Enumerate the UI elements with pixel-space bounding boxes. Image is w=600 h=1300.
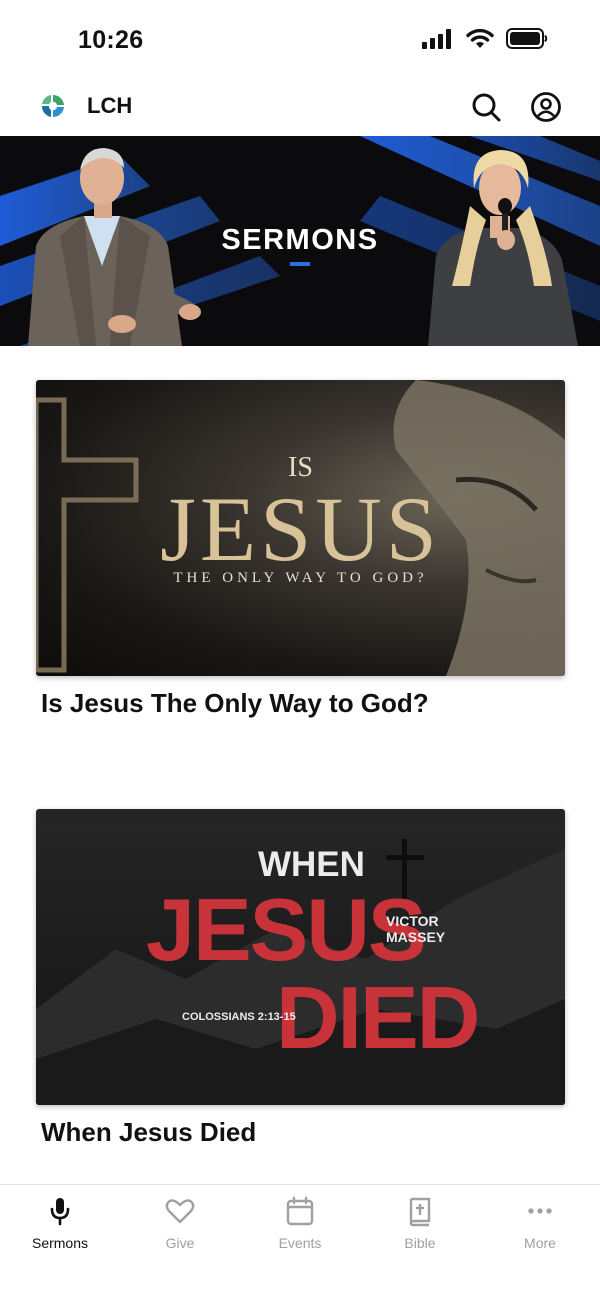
calendar-icon — [286, 1196, 314, 1226]
artwork-speaker: VICTOR MASSEY — [386, 913, 446, 945]
status-time: 10:26 — [78, 26, 144, 54]
artwork-line-subtitle: THE ONLY WAY TO GOD? — [173, 570, 428, 586]
artwork-line-jesus: JESUS — [160, 478, 441, 580]
app-header: LCH — [0, 80, 600, 136]
tab-events[interactable]: Events — [240, 1195, 360, 1251]
heart-icon — [165, 1199, 195, 1224]
banner-title: SERMONS — [221, 224, 379, 256]
tab-sermons[interactable]: Sermons — [0, 1195, 120, 1251]
tab-label: Events — [278, 1235, 322, 1251]
artwork-line-jesus: JESUS — [146, 880, 427, 979]
church-logo-icon — [41, 94, 64, 118]
search-icon[interactable] — [470, 91, 502, 123]
tab-more[interactable]: More — [480, 1195, 600, 1251]
status-bar: 10:26 — [0, 0, 600, 80]
tab-label: Sermons — [31, 1235, 89, 1251]
wifi-icon — [466, 28, 494, 48]
sermon-thumbnail[interactable]: IS JESUS THE ONLY WAY TO GOD? — [36, 380, 565, 676]
sermon-title[interactable]: When Jesus Died — [41, 1117, 565, 1148]
profile-icon[interactable] — [530, 91, 562, 123]
cellular-signal-icon — [422, 28, 451, 49]
battery-icon — [506, 28, 548, 49]
sermon-card[interactable]: WHEN JESUS DIED VICTOR MASSEY COLOSSIANS… — [36, 809, 565, 1148]
more-icon — [528, 1208, 552, 1214]
tab-label: Give — [165, 1235, 195, 1251]
tab-bar: Sermons Give Events Bible More — [0, 1184, 600, 1300]
artwork-scripture: COLOSSIANS 2:13-15 — [182, 1011, 296, 1023]
artwork-line-died: DIED — [276, 968, 480, 1067]
sermon-card[interactable]: IS JESUS THE ONLY WAY TO GOD? Is Jesus T… — [36, 380, 565, 719]
status-icons — [422, 28, 548, 49]
tab-label: Bible — [404, 1235, 436, 1251]
app-title: LCH — [87, 93, 133, 118]
sermon-thumbnail[interactable]: WHEN JESUS DIED VICTOR MASSEY COLOSSIANS… — [36, 809, 565, 1105]
banner-underline — [290, 262, 310, 266]
sermon-title[interactable]: Is Jesus The Only Way to God? — [41, 688, 565, 719]
microphone-icon — [50, 1198, 70, 1226]
tab-bible[interactable]: Bible — [360, 1195, 480, 1251]
tab-label: More — [524, 1235, 556, 1251]
tab-give[interactable]: Give — [120, 1195, 240, 1251]
sermons-banner: SERMONS — [0, 136, 600, 346]
bible-icon — [409, 1197, 431, 1227]
